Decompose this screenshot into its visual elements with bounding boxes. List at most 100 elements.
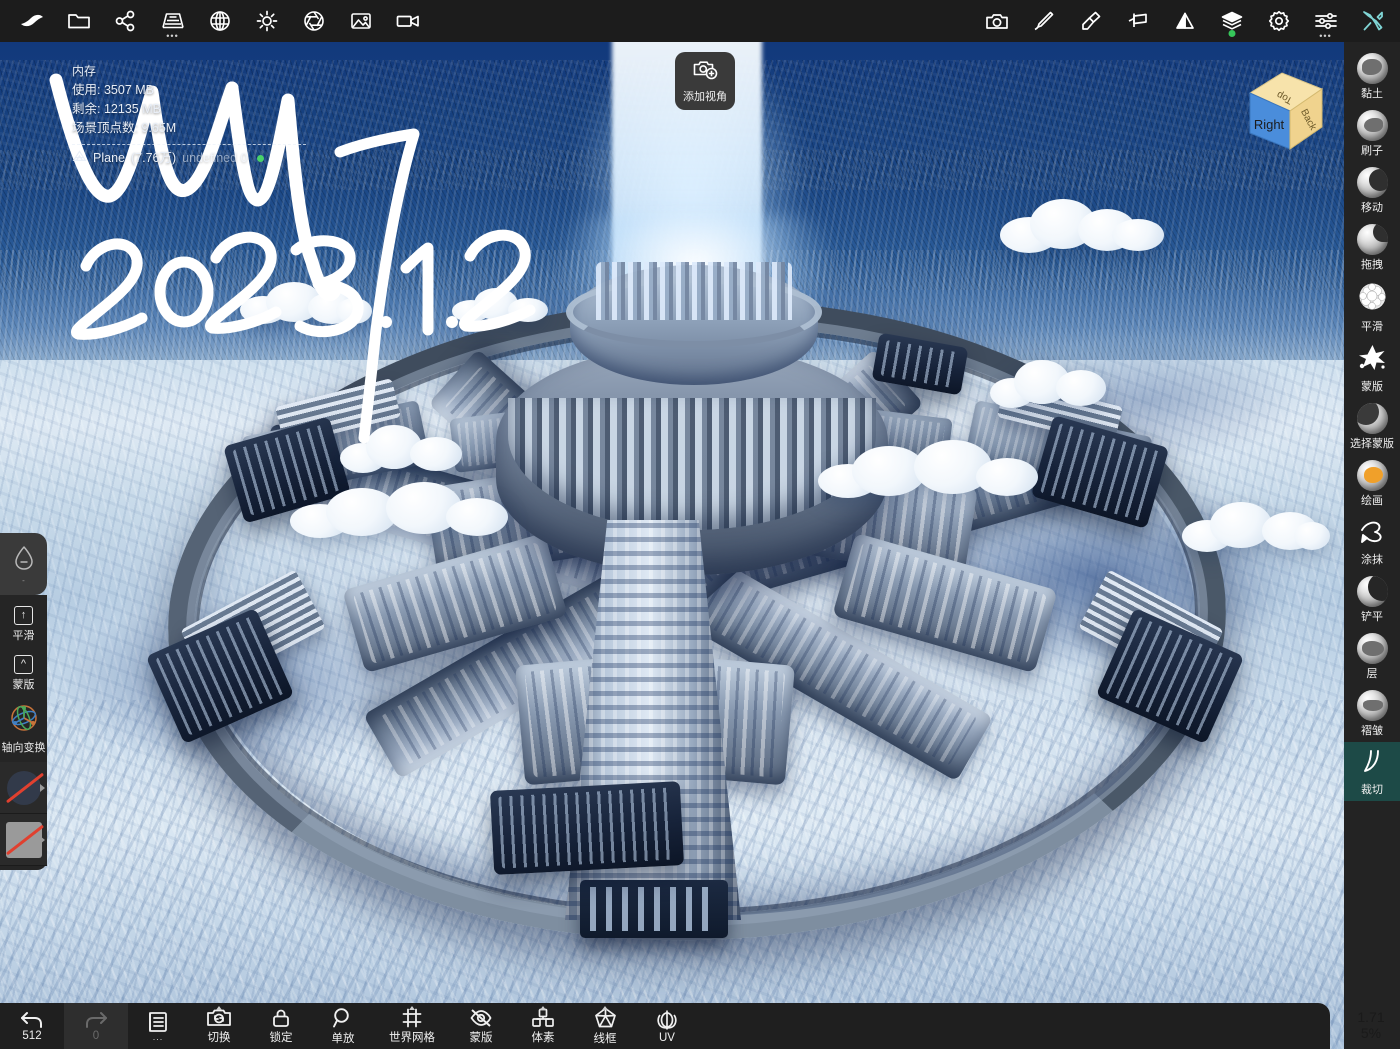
active-tick <box>540 1006 546 1010</box>
list-button[interactable]: ... <box>128 1003 188 1049</box>
cloud <box>1182 500 1330 552</box>
sidebar-item-flatten[interactable]: 铲平 <box>1344 571 1400 628</box>
camera-icon[interactable] <box>973 1 1020 41</box>
overflow-dots: ••• <box>1319 31 1332 41</box>
left-item-label: 蒙版 <box>12 679 35 691</box>
sidebar-item-label: 层 <box>1366 668 1378 680</box>
object-extra: undefined 0 <box>182 150 248 165</box>
drag-ball-icon <box>1356 224 1388 255</box>
brush-pen-icon[interactable] <box>1020 1 1067 41</box>
brush-intensity-card[interactable]: - <box>0 533 47 595</box>
smooth-ball-icon <box>1357 281 1388 317</box>
sidebar-item-label: 涂抹 <box>1361 554 1383 566</box>
object-name: Plane <box>93 150 125 165</box>
app-root: Right Top Back 内存 使用: 3507 MB 剩余: 12135 … <box>0 0 1400 1049</box>
cloud <box>340 425 468 473</box>
sidebar-item-smooth[interactable]: 平滑 <box>1344 276 1400 338</box>
spine-cap <box>580 880 728 938</box>
layers-status-dot <box>1228 30 1235 37</box>
redo-button[interactable]: 0 <box>64 1003 128 1049</box>
left-item-mask[interactable]: ^ 蒙版 <box>0 650 47 699</box>
mask-caret-icon: ^ <box>14 655 33 674</box>
sidebar-item-label: 选择蒙版 <box>1350 438 1394 450</box>
sidebar-item-label: 褶皱 <box>1361 725 1383 737</box>
zoom-value: 1.71 <box>1357 1008 1385 1025</box>
sun-icon[interactable] <box>243 1 290 41</box>
bottom-item-label: 切换 <box>207 1031 231 1044</box>
folder-icon[interactable] <box>55 1 102 41</box>
droplet-icon <box>13 545 35 576</box>
sidebar-item-drag[interactable]: 拖拽 <box>1344 219 1400 276</box>
list-overflow-dots: ... <box>152 1032 164 1042</box>
top-toolbar-left-group: ••• <box>0 1 431 41</box>
cloud <box>990 360 1112 408</box>
crease-ball-icon <box>1356 690 1388 721</box>
bottom-item-lock[interactable]: 锁定 <box>250 1003 312 1049</box>
aperture-icon[interactable] <box>290 1 337 41</box>
scene-object-row[interactable]: Plane (7.76万) undefined 0 <box>72 149 306 168</box>
globe-grid-icon[interactable] <box>196 1 243 41</box>
sidebar-item-label: 黏土 <box>1361 88 1383 100</box>
bottom-item-mask[interactable]: 蒙版 <box>450 1003 512 1049</box>
left-item-label: 平滑 <box>12 630 35 642</box>
video-camera-icon[interactable] <box>384 1 431 41</box>
top-toolbar: ••• ••• <box>0 0 1400 42</box>
add-view-button[interactable]: 添加视角 <box>675 52 735 110</box>
redo-count: 0 <box>92 1029 100 1042</box>
undo-button[interactable]: 512 <box>0 1003 64 1049</box>
navcube-front-label: Right <box>1254 117 1285 132</box>
move-ball-icon <box>1356 167 1388 198</box>
sidebar-item-crease[interactable]: 褶皱 <box>1344 685 1400 742</box>
undo-count: 512 <box>22 1029 42 1042</box>
left-item-label: 轴向变换 <box>1 742 46 754</box>
sidebar-item-clay[interactable]: 黏土 <box>1344 48 1400 105</box>
cloud <box>452 288 550 322</box>
nomad-logo-icon[interactable] <box>8 1 55 41</box>
visibility-dot[interactable] <box>257 154 265 162</box>
overflow-dots: ••• <box>166 31 179 41</box>
bottom-item-solo[interactable]: 单放 <box>312 1003 374 1049</box>
clay-ball-icon <box>1356 53 1388 84</box>
left-panel-body: ↑ 平滑 ^ 蒙版 轴向变换 <box>0 595 47 870</box>
sidebar-item-paint[interactable]: 绘画 <box>1344 455 1400 512</box>
image-icon[interactable] <box>337 1 384 41</box>
sidebar-item-label: 裁切 <box>1361 784 1383 796</box>
material-swatch[interactable] <box>0 762 47 814</box>
layers-stack-icon[interactable]: ••• <box>149 1 196 41</box>
active-tick <box>602 1006 608 1010</box>
object-count: (7.76万) <box>130 150 177 165</box>
layers-icon[interactable] <box>1208 1 1255 41</box>
bottom-item-uv[interactable]: UV <box>636 1003 698 1049</box>
sidebar-item-brush[interactable]: 刷子 <box>1344 105 1400 162</box>
left-item-smooth[interactable]: ↑ 平滑 <box>0 601 47 650</box>
stamp-icon[interactable] <box>1067 1 1114 41</box>
sidebar-item-mask[interactable]: 蒙版 <box>1344 338 1400 398</box>
color-swatch[interactable] <box>0 814 47 866</box>
share-node-icon[interactable] <box>102 1 149 41</box>
sidebar-item-trim[interactable]: 裁切 <box>1344 742 1400 801</box>
sidebar-item-smudge[interactable]: 涂抹 <box>1344 512 1400 571</box>
sidebar-item-layer[interactable]: 层 <box>1344 628 1400 685</box>
tools-icon[interactable] <box>1349 1 1396 41</box>
stats-label: 场景顶点数 <box>72 121 135 136</box>
navigation-cube[interactable]: Right Top Back <box>1238 63 1330 155</box>
right-tool-sidebar: 黏土 刷子 移动 拖拽 平滑 蒙版 选择蒙版 绘画 涂抹 铲平 层 褶皱 裁切 <box>1344 42 1400 1049</box>
sliders-icon[interactable]: ••• <box>1302 1 1349 41</box>
ring-pod <box>489 781 685 875</box>
paint-ball-icon <box>1356 460 1388 491</box>
trim-icon <box>1358 747 1386 780</box>
flag-icon[interactable] <box>1114 1 1161 41</box>
bottom-item-label: 线框 <box>593 1032 617 1045</box>
bottom-item-wireframe[interactable]: 线框 <box>574 1003 636 1049</box>
stats-divider <box>72 143 306 145</box>
left-item-gizmo[interactable]: 轴向变换 <box>0 699 47 762</box>
sidebar-item-move[interactable]: 移动 <box>1344 162 1400 219</box>
bottom-item-toggle[interactable]: 切换 <box>188 1003 250 1049</box>
gear-icon[interactable] <box>1255 1 1302 41</box>
bottom-item-voxel[interactable]: 体素 <box>512 1003 574 1049</box>
symmetry-icon[interactable] <box>1161 1 1208 41</box>
sidebar-item-select-mask[interactable]: 选择蒙版 <box>1344 398 1400 455</box>
bottom-item-world-grid[interactable]: 世界网格 <box>374 1003 450 1049</box>
stats-value: 3507 MB <box>103 82 154 97</box>
scene-stats-overlay: 内存 使用: 3507 MB 剩余: 12135 MB 场景顶点数: 9.65M… <box>72 62 306 168</box>
